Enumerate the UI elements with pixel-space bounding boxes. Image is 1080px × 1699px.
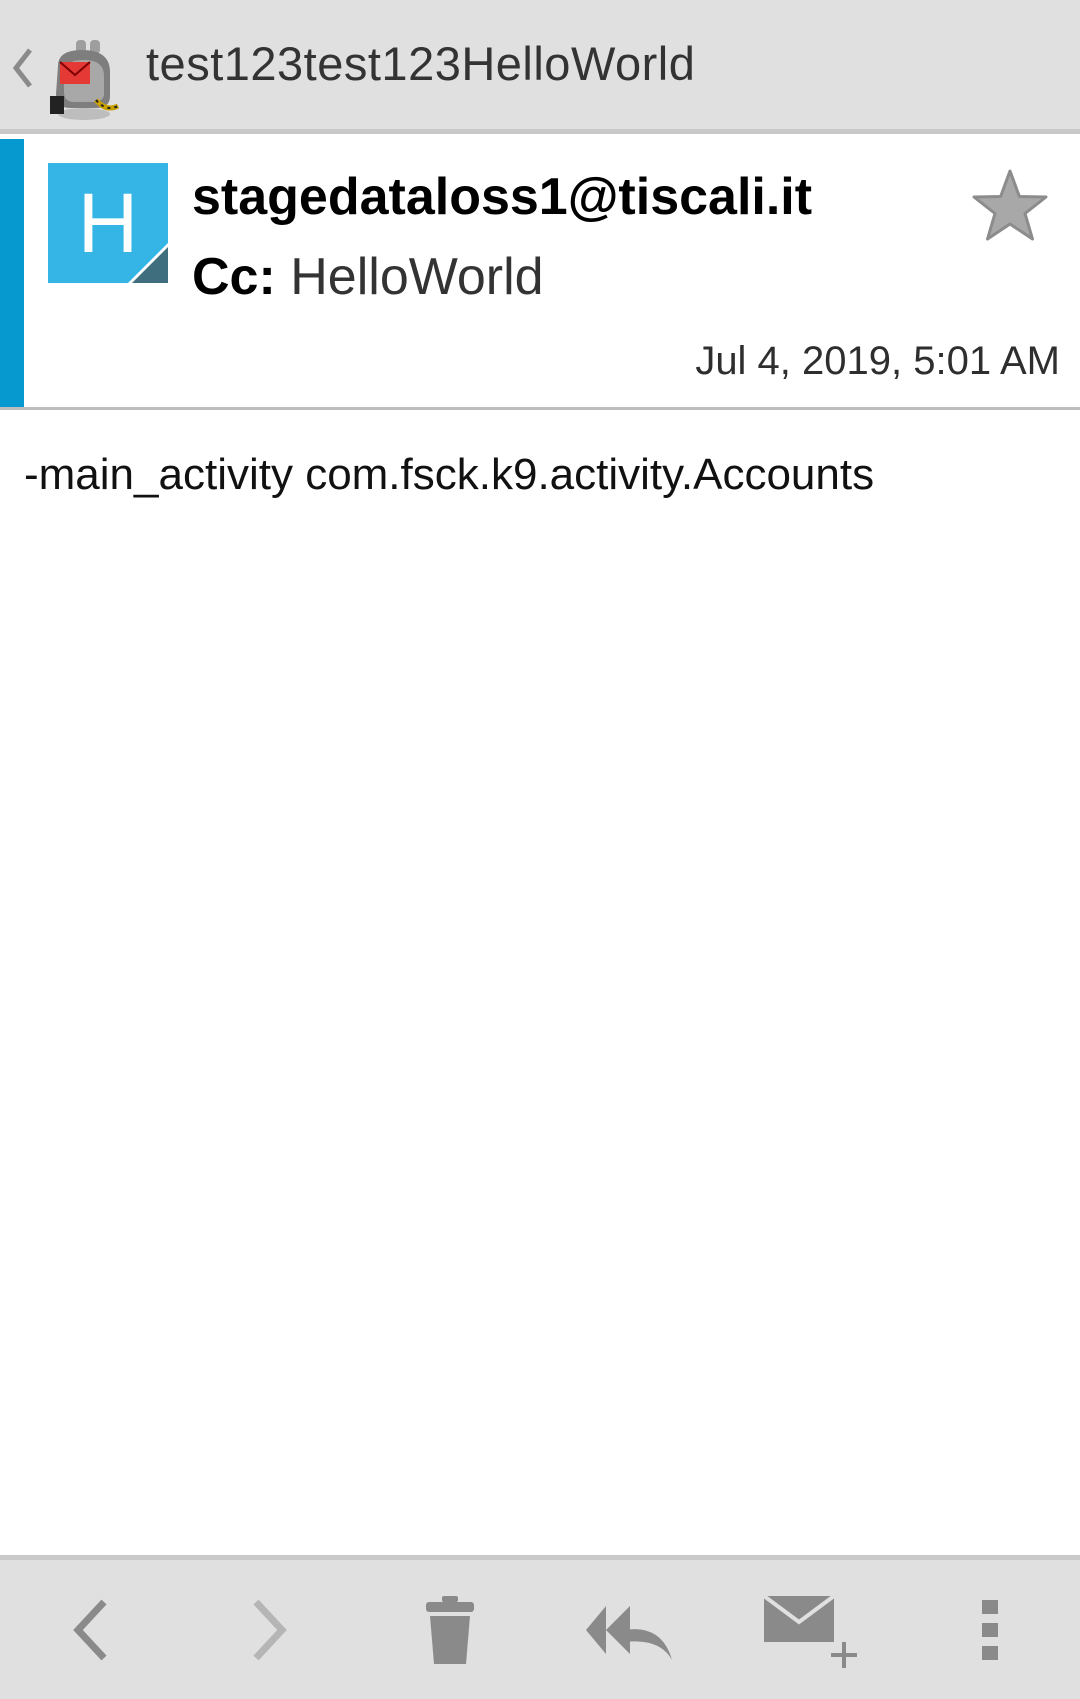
contact-badge-corner-icon: [128, 243, 168, 283]
cc-label: Cc:: [192, 248, 276, 306]
delete-icon: [426, 1595, 474, 1664]
compose-button[interactable]: [750, 1560, 870, 1699]
reply-all-button[interactable]: [570, 1560, 690, 1699]
message-body: -main_activity com.fsck.k9.activity.Acco…: [24, 450, 875, 499]
up-button[interactable]: [0, 16, 130, 122]
delete-button[interactable]: [390, 1560, 510, 1699]
next-icon: [253, 1599, 287, 1660]
reply-all-icon: [586, 1605, 672, 1660]
header-divider: [0, 407, 1080, 410]
chevron-left-icon: [12, 48, 32, 88]
sender-address[interactable]: stagedataloss1@tiscali.it: [192, 167, 812, 227]
message-subject-title: test123test123HelloWorld: [146, 37, 696, 90]
compose-icon: [762, 1593, 857, 1668]
overflow-menu-button[interactable]: [930, 1560, 1050, 1699]
overflow-menu-icon: [982, 1599, 998, 1660]
account-color-chip: [0, 139, 24, 408]
k9-mail-dog-icon: [50, 40, 120, 120]
contact-avatar[interactable]: H: [48, 163, 168, 283]
next-message-button[interactable]: [210, 1560, 330, 1699]
cc-recipient: HelloWorld: [290, 248, 544, 306]
cc-row: Cc: HelloWorld: [192, 247, 544, 307]
star-icon[interactable]: [970, 167, 1050, 243]
message-view-screen: test123test123HelloWorld H stagedataloss…: [0, 0, 1080, 1699]
action-bar: test123test123HelloWorld: [0, 0, 1080, 134]
previous-icon: [73, 1599, 107, 1660]
previous-message-button[interactable]: [30, 1560, 150, 1699]
message-date: Jul 4, 2019, 5:01 AM: [695, 339, 1060, 383]
message-header: H stagedataloss1@tiscali.it Cc: HelloWor…: [0, 139, 1080, 408]
bottom-action-bar: [0, 1555, 1080, 1699]
